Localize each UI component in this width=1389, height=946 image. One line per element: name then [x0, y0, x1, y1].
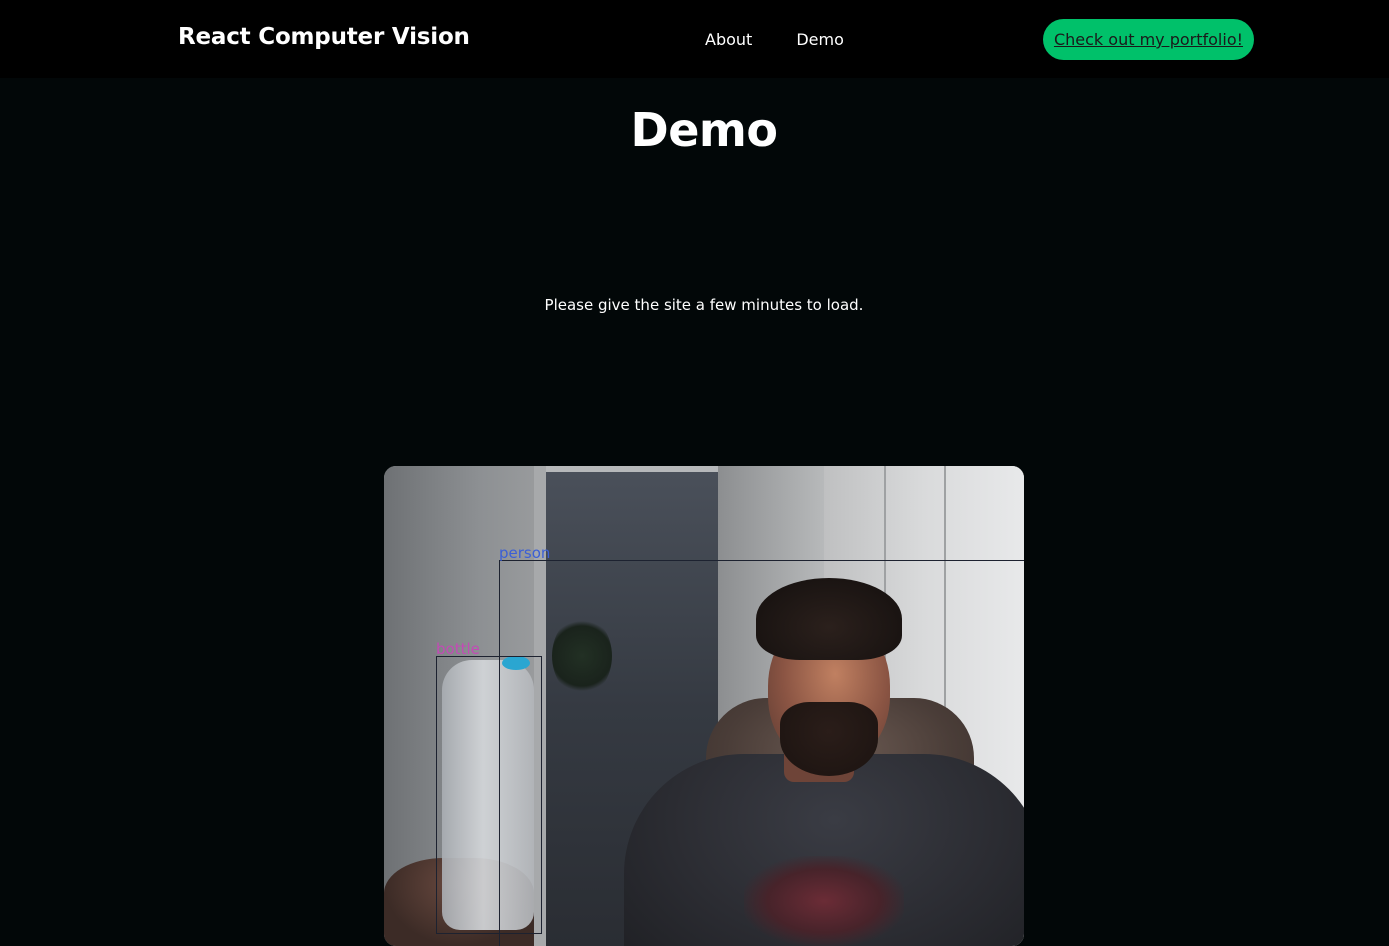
portfolio-button[interactable]: Check out my portfolio!: [1043, 19, 1254, 60]
page-title: Demo: [630, 103, 778, 157]
nav-link-demo[interactable]: Demo: [796, 30, 844, 49]
person-detection-box: [499, 560, 1024, 946]
navbar: React Computer Vision About Demo Check o…: [0, 0, 1389, 78]
loading-notice: Please give the site a few minutes to lo…: [544, 296, 864, 314]
webcam-video-frame: person bottle: [384, 466, 1024, 946]
bottle-detection-label: bottle: [436, 640, 480, 658]
bottle-detection-box: [436, 656, 542, 934]
nav-links: About Demo: [705, 30, 844, 49]
nav-link-about[interactable]: About: [705, 30, 752, 49]
brand-title[interactable]: React Computer Vision: [178, 24, 470, 50]
person-detection-label: person: [499, 544, 551, 562]
